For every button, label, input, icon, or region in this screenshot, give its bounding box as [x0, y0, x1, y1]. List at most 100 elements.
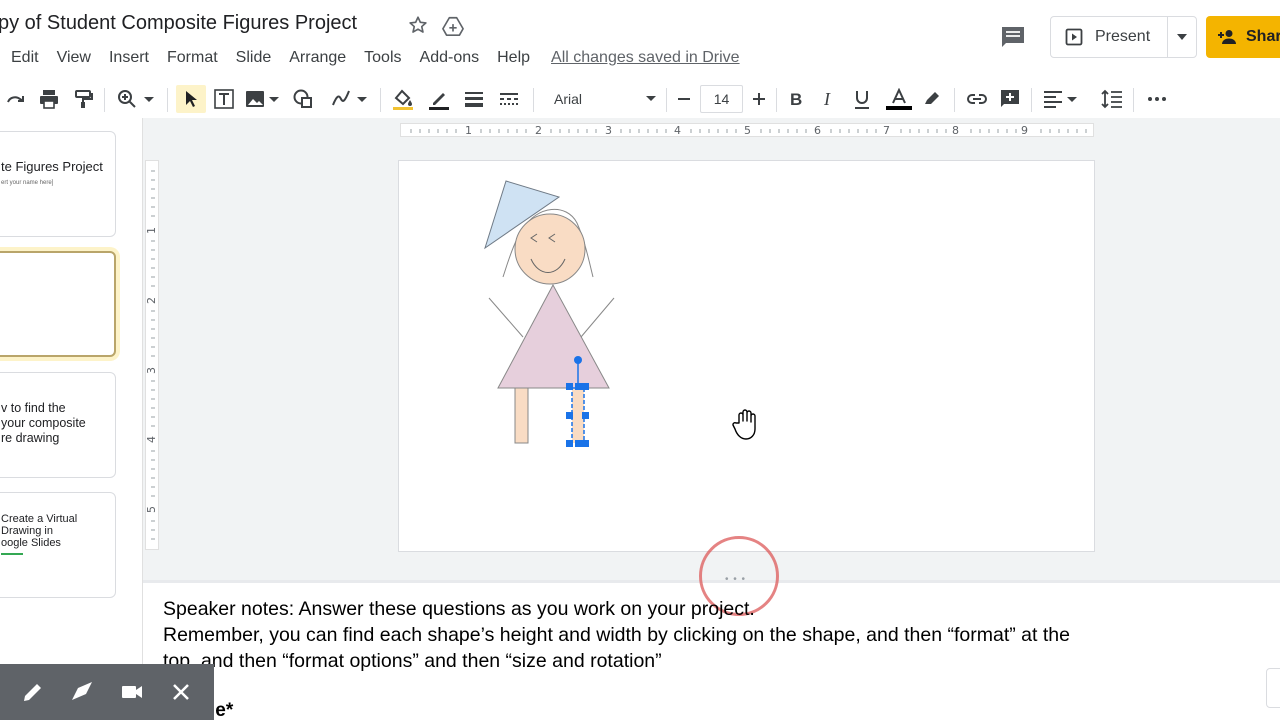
side-panel-toggle[interactable]	[1266, 668, 1280, 708]
print-icon[interactable]	[38, 88, 60, 110]
chevron-down-icon	[646, 96, 656, 101]
thumbnail-line: re drawing	[1, 431, 60, 445]
menu-view[interactable]: View	[48, 49, 100, 67]
highlight-color-icon[interactable]	[921, 88, 943, 110]
ruler-label: 9	[1021, 124, 1028, 137]
line-spacing-icon[interactable]	[1101, 88, 1123, 110]
present-button-group: Present	[1050, 16, 1197, 58]
ruler-label: 4	[674, 124, 681, 137]
insert-link-icon[interactable]	[966, 88, 988, 110]
border-weight-icon[interactable]	[463, 88, 485, 110]
align-left-icon[interactable]	[1042, 88, 1064, 110]
align-dropdown-icon[interactable]	[1066, 88, 1078, 110]
thumbnail-line: Drawing in	[1, 525, 53, 537]
left-arm-line-shape[interactable]	[488, 297, 524, 338]
menu-format[interactable]: Format	[158, 49, 227, 67]
share-button[interactable]: Shar	[1206, 16, 1280, 58]
star-icon[interactable]	[407, 14, 429, 36]
speaker-notes[interactable]: Speaker notes: Answer these questions as…	[163, 596, 1070, 674]
present-button[interactable]: Present	[1051, 17, 1168, 57]
toolbar: Arial 14 B I	[0, 84, 1280, 114]
ruler-label: 1	[465, 124, 472, 137]
slide-canvas[interactable]	[398, 160, 1095, 552]
image-dropdown-icon[interactable]	[268, 88, 280, 110]
thumbnail-title: te Figures Project	[1, 159, 103, 174]
ruler-label: 5	[744, 124, 751, 137]
ruler-label: 1	[145, 227, 158, 234]
cursor-arrow-icon	[186, 91, 197, 107]
text-color-icon[interactable]	[886, 88, 912, 110]
menu-edit[interactable]: Edit	[0, 49, 48, 67]
zoom-icon[interactable]	[116, 88, 138, 110]
right-arm-line-shape[interactable]	[580, 297, 615, 338]
horizontal-ruler[interactable]: 1 2 3 4 5 6 7 8 9	[400, 123, 1094, 137]
italic-icon[interactable]: I	[818, 88, 840, 110]
slide-thumbnail-2[interactable]	[0, 251, 116, 357]
thumbnail-accent-line	[1, 553, 23, 555]
menu-insert[interactable]: Insert	[100, 49, 158, 67]
shape-icon[interactable]	[292, 88, 314, 110]
eraser-icon[interactable]	[68, 678, 96, 706]
more-options-icon[interactable]	[1146, 88, 1168, 110]
vertical-ruler[interactable]: 1 2 3 4 5	[145, 160, 159, 550]
dress-triangle-shape[interactable]	[497, 283, 610, 389]
left-leg-rectangle-shape[interactable]	[514, 387, 529, 444]
notes-line-1: Speaker notes: Answer these questions as…	[163, 598, 755, 620]
thumbnail-line: v to find the	[1, 401, 66, 415]
grab-hand-cursor-icon	[732, 409, 756, 440]
menu-help[interactable]: Help	[488, 49, 539, 67]
menu-slide[interactable]: Slide	[227, 49, 281, 67]
document-title[interactable]: py of Student Composite Figures Project	[0, 12, 357, 35]
select-tool-button[interactable]	[176, 85, 206, 113]
save-status-link[interactable]: All changes saved in Drive	[551, 49, 740, 67]
ruler-ticks	[151, 170, 155, 540]
move-to-drive-icon[interactable]	[442, 15, 464, 37]
menu-bar: Edit View Insert Format Slide Arrange To…	[0, 46, 740, 70]
annotation-toolbar	[0, 664, 214, 720]
menu-arrange[interactable]: Arrange	[280, 49, 355, 67]
redo-icon[interactable]	[5, 88, 27, 110]
ruler-label: 3	[605, 124, 612, 137]
font-family-select[interactable]: Arial	[546, 87, 662, 111]
slide-thumbnail-1[interactable]: te Figures Project ert your name here]	[0, 131, 116, 237]
font-size-input[interactable]: 14	[700, 85, 743, 113]
add-comment-icon[interactable]	[999, 88, 1021, 110]
slide-thumbnail-3[interactable]: v to find the your composite re drawing	[0, 372, 116, 478]
close-icon[interactable]	[167, 678, 195, 706]
menu-tools[interactable]: Tools	[355, 49, 410, 67]
fill-color-icon[interactable]	[392, 88, 414, 110]
ruler-label: 5	[145, 506, 158, 513]
present-label: Present	[1095, 28, 1151, 45]
ruler-label: 2	[145, 297, 158, 304]
chevron-down-icon	[1177, 34, 1187, 40]
increase-font-size-icon[interactable]	[748, 88, 770, 110]
present-options-dropdown[interactable]	[1168, 17, 1196, 57]
notes-line-3: top, and then “format options” and then …	[163, 650, 662, 672]
notes-line-2: Remember, you can find each shape’s heig…	[163, 624, 1070, 646]
zoom-dropdown-icon[interactable]	[143, 88, 155, 110]
ruler-label: 7	[883, 124, 890, 137]
underline-icon[interactable]	[851, 88, 873, 110]
line-dropdown-icon[interactable]	[356, 88, 368, 110]
menu-addons[interactable]: Add-ons	[411, 49, 489, 67]
svg-text:B: B	[790, 90, 802, 109]
text-box-icon[interactable]	[213, 88, 235, 110]
image-icon[interactable]	[244, 88, 266, 110]
video-camera-icon[interactable]	[118, 678, 146, 706]
svg-text:I: I	[823, 89, 831, 109]
line-tool-icon[interactable]	[330, 88, 352, 110]
head-circle-shape[interactable]	[514, 213, 586, 285]
border-dash-icon[interactable]	[498, 88, 520, 110]
comment-history-icon[interactable]	[1000, 25, 1026, 49]
paint-format-icon[interactable]	[72, 88, 94, 110]
bold-icon[interactable]: B	[785, 88, 807, 110]
decrease-font-size-icon[interactable]	[673, 88, 695, 110]
border-color-icon[interactable]	[428, 88, 450, 110]
pen-icon[interactable]	[19, 678, 47, 706]
font-family-value: Arial	[554, 91, 583, 107]
slide-thumbnail-4[interactable]: Create a Virtual Drawing in oogle Slides	[0, 492, 116, 598]
composite-figure-drawing	[484, 180, 756, 447]
ruler-label: 3	[145, 367, 158, 374]
thumbnail-subtitle: ert your name here]	[1, 180, 54, 186]
ruler-label: 6	[814, 124, 821, 137]
